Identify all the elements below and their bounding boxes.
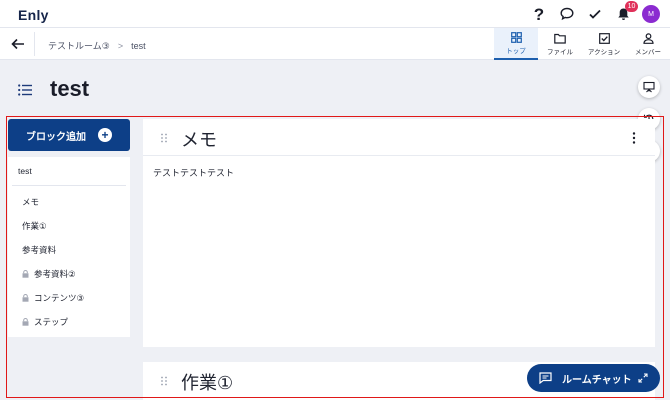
breadcrumb-room[interactable]: テストルーム③ [48, 39, 110, 52]
check-icon[interactable] [584, 3, 606, 25]
checkbox-icon [598, 32, 610, 44]
drag-handle-icon[interactable] [160, 376, 168, 386]
tab-member-label: メンバー [635, 48, 661, 56]
sidebar-item-label: 参考資料 [22, 245, 57, 255]
sidebar-item-label: 作業① [22, 221, 47, 231]
grid-icon [510, 31, 522, 43]
breadcrumb: テストルーム③ > test [48, 39, 146, 52]
presentation-button[interactable] [638, 76, 660, 98]
drag-handle-icon[interactable] [160, 133, 168, 143]
block-content[interactable]: テストテストテスト [143, 156, 655, 189]
folder-icon [554, 33, 566, 44]
chat-bubble-icon[interactable] [556, 3, 578, 25]
add-block-label: ブロック追加 [26, 131, 86, 143]
chat-icon [539, 372, 552, 384]
block-header: メモ [143, 119, 655, 156]
block-title: メモ [181, 130, 217, 150]
plus-icon: + [98, 128, 112, 142]
back-arrow-icon[interactable] [10, 36, 26, 52]
sidebar-item-work[interactable]: 作業① [8, 214, 130, 238]
sub-bar: テストルーム③ > test トップ ファイル アクション メンバー [0, 28, 670, 60]
sidebar-header: test [18, 166, 32, 176]
tab-top-label: トップ [506, 47, 526, 55]
avatar[interactable]: M [642, 5, 660, 23]
divider [34, 32, 35, 56]
add-block-button[interactable]: ブロック追加 + [8, 119, 130, 151]
help-icon[interactable]: ? [528, 3, 550, 25]
tab-file[interactable]: ファイル [538, 28, 582, 60]
tab-action-label: アクション [587, 48, 621, 56]
tab-member[interactable]: メンバー [626, 28, 670, 60]
presentation-icon [643, 81, 655, 93]
sidebar-item-step[interactable]: ステップ [8, 310, 130, 334]
sidebar-list: メモ 作業① 参考資料 参考資料② コンテンツ③ ステップ [8, 186, 130, 334]
sidebar-item-memo[interactable]: メモ [8, 190, 130, 214]
room-chat-label: ルームチャット [562, 374, 632, 386]
tab-action[interactable]: アクション [582, 28, 626, 60]
block-title: 作業① [181, 373, 234, 393]
sidebar-item-label: コンテンツ③ [34, 293, 85, 303]
sidebar-item-contents[interactable]: コンテンツ③ [8, 286, 130, 310]
breadcrumb-page: test [131, 40, 146, 51]
sidebar-item-label: 参考資料② [34, 269, 76, 279]
expand-icon [638, 373, 648, 383]
block-sidebar: test メモ 作業① 参考資料 参考資料② コンテンツ③ ステップ [8, 157, 130, 337]
page-title: test [50, 76, 90, 101]
lock-icon [22, 294, 29, 302]
notification-badge: 10 [625, 1, 638, 12]
sidebar-item-reference[interactable]: 参考資料 [8, 238, 130, 262]
lock-icon [22, 318, 29, 326]
memo-block: メモ テストテストテスト [143, 119, 655, 347]
sidebar-item-label: ステップ [34, 317, 69, 327]
lock-icon [22, 270, 29, 278]
person-icon [642, 32, 654, 44]
room-chat-button[interactable]: ルームチャット [527, 364, 660, 392]
sidebar-item-label: メモ [22, 197, 40, 207]
top-icons: ? 10 M [522, 1, 660, 25]
breadcrumb-separator: > [117, 40, 124, 51]
top-bar: Enly ? 10 M [0, 0, 670, 28]
app-logo[interactable]: Enly [18, 7, 49, 23]
more-vert-icon[interactable] [631, 131, 637, 145]
tab-top[interactable]: トップ [494, 28, 538, 60]
tab-file-label: ファイル [547, 48, 573, 56]
sidebar-item-reference-2[interactable]: 参考資料② [8, 262, 130, 286]
room-tabs: トップ ファイル アクション メンバー [494, 28, 670, 60]
bell-icon[interactable]: 10 [612, 1, 638, 25]
list-menu-icon[interactable] [18, 84, 32, 96]
